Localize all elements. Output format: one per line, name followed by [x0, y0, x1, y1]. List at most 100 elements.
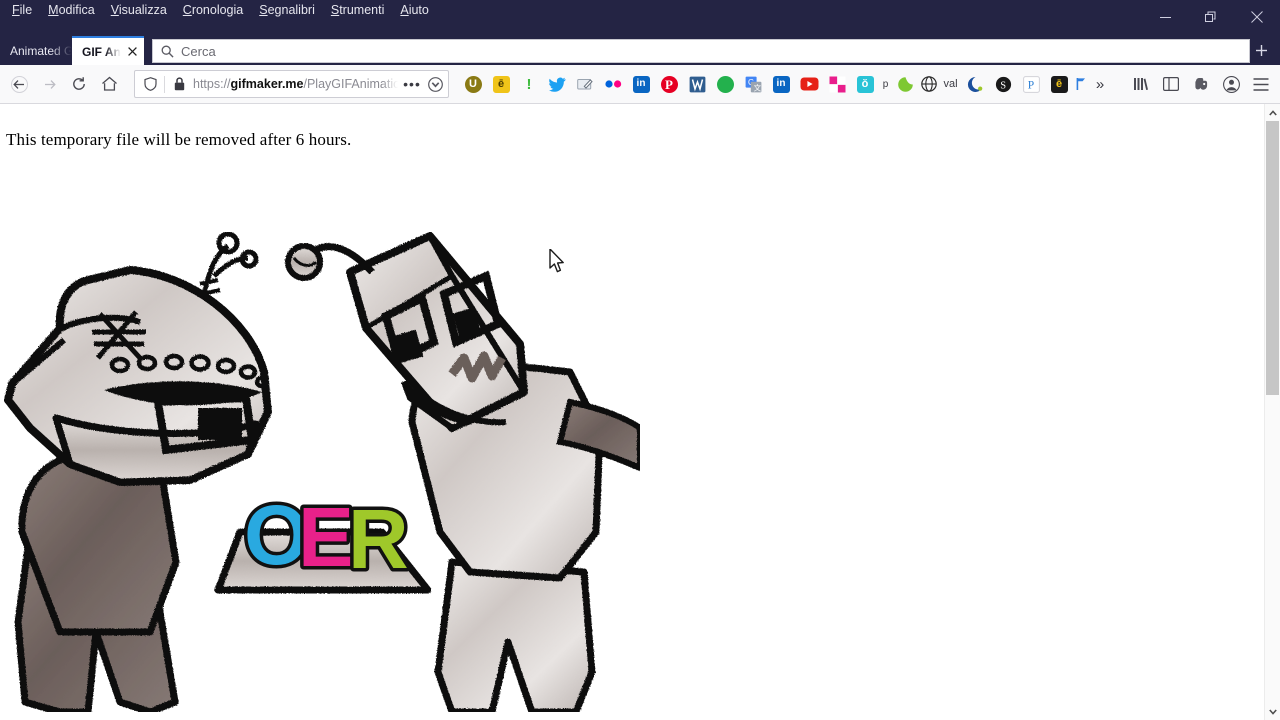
library-button[interactable]: [1126, 69, 1156, 99]
validator-label: val: [943, 78, 958, 90]
navigation-toolbar: https://gifmaker.me/PlayGIFAnimation.php…: [0, 65, 1280, 104]
ext-tiles[interactable]: [823, 70, 851, 98]
menu-accesskey: A: [400, 3, 409, 17]
menu-strumenti[interactable]: Strumenti: [323, 0, 393, 20]
scroll-up-button[interactable]: [1265, 104, 1280, 121]
ext-wakelet[interactable]: [683, 70, 711, 98]
account-button[interactable]: [1216, 69, 1246, 99]
menu-label: ronologia: [191, 3, 244, 17]
home-icon: [101, 76, 117, 91]
scroll-down-button[interactable]: [1265, 703, 1280, 720]
url-text[interactable]: https://gifmaker.me/PlayGIFAnimation.php…: [193, 77, 398, 91]
restore-button[interactable]: [1188, 0, 1234, 34]
sidebar-button[interactable]: [1156, 69, 1186, 99]
scrollbar-track[interactable]: [1265, 121, 1280, 703]
ext-exclamation[interactable]: !: [515, 70, 543, 98]
overflow-menu-button[interactable]: »: [1089, 70, 1111, 98]
tab-gif-animation[interactable]: GIF Animation: [72, 36, 144, 65]
tab-label: GIF Animation: [82, 44, 124, 59]
ext-green-dot[interactable]: [711, 70, 739, 98]
lock-icon: [174, 77, 184, 91]
ext-evernote-clipper[interactable]: ē: [487, 70, 515, 98]
oer-sign: O E R: [214, 485, 432, 594]
exclamation-icon: !: [526, 75, 532, 93]
menu-visualizza[interactable]: Visualizza: [103, 0, 175, 20]
globe-icon: [921, 76, 937, 92]
search-bar[interactable]: Cerca: [152, 39, 1250, 63]
menu-segnalibri[interactable]: Segnalibri: [251, 0, 323, 20]
url-scheme: https://: [193, 77, 231, 91]
search-placeholder: Cerca: [181, 43, 216, 59]
menu-label: ile: [19, 3, 33, 17]
menu-cronologia[interactable]: Cronologia: [175, 0, 251, 20]
scrollbar-thumb[interactable]: [1265, 121, 1279, 395]
pocket-icon[interactable]: [426, 75, 444, 93]
ext-validator[interactable]: [919, 70, 939, 98]
temporary-file-notice: This temporary file will be removed afte…: [6, 130, 352, 149]
menu-file[interactable]: File: [4, 0, 40, 20]
ext-linkedin-2[interactable]: in: [767, 70, 795, 98]
tiles-icon: [829, 76, 845, 92]
page-actions-dots: •••: [403, 76, 421, 92]
ext-leaf[interactable]: [891, 70, 919, 98]
ext-amazon-dark[interactable]: ē: [1045, 70, 1073, 98]
evernote-button[interactable]: [1186, 69, 1216, 99]
leaf-icon: [897, 76, 913, 92]
back-arrow-icon: [10, 75, 28, 93]
menu-label: isualizza: [118, 3, 167, 17]
menu-modifica[interactable]: Modifica: [40, 0, 103, 20]
tab-close-icon[interactable]: [124, 44, 140, 60]
evernote-icon: ē: [492, 75, 510, 93]
reload-button[interactable]: [64, 69, 94, 99]
forward-button[interactable]: [34, 69, 64, 99]
youtube-icon: [800, 77, 818, 91]
timer-icon: ŏ: [856, 75, 874, 93]
ext-youtube[interactable]: [795, 70, 823, 98]
ext-blue-moon[interactable]: [961, 70, 989, 98]
animated-gif-two-robots: O E R: [0, 232, 640, 712]
ext-flickr-share[interactable]: [599, 70, 627, 98]
ext-noscript[interactable]: S: [989, 70, 1017, 98]
ublock-icon: U: [464, 75, 482, 93]
search-icon: [161, 45, 174, 58]
ext-google-translate[interactable]: G 文: [739, 70, 767, 98]
linkedin-icon-2: in: [772, 75, 790, 93]
ext-ublock-origin[interactable]: U: [459, 70, 487, 98]
tab-animated-gif[interactable]: Animated G: [0, 36, 72, 65]
url-bar[interactable]: https://gifmaker.me/PlayGIFAnimation.php…: [134, 70, 449, 98]
chevron-down-icon: [1268, 708, 1277, 715]
ext-note-clipper[interactable]: [571, 70, 599, 98]
close-icon: [1251, 11, 1263, 23]
library-icon: [1134, 78, 1148, 90]
vertical-scrollbar[interactable]: [1264, 104, 1280, 720]
hamburger-menu-icon: [1253, 77, 1269, 91]
page-actions-button[interactable]: •••: [403, 75, 421, 93]
wakelet-icon: [689, 76, 705, 92]
sign-letter-r: R: [348, 492, 409, 586]
ext-timer[interactable]: ŏ: [851, 70, 879, 98]
new-tab-button[interactable]: [1248, 38, 1274, 62]
ext-p-label[interactable]: p: [879, 70, 891, 98]
ext-flag[interactable]: [1073, 70, 1089, 98]
minimize-icon: [1159, 16, 1171, 18]
close-button[interactable]: [1234, 0, 1280, 34]
restore-icon: [1205, 11, 1216, 22]
linkedin-icon: in: [632, 75, 650, 93]
ext-twitter-share[interactable]: [543, 70, 571, 98]
menu-aiuto[interactable]: Aiuto: [392, 0, 437, 20]
app-menu-button[interactable]: [1246, 69, 1276, 99]
ext-linkedin-share[interactable]: in: [627, 70, 655, 98]
ext-validator-label[interactable]: val: [939, 70, 961, 98]
ext-pinterest-save[interactable]: P: [655, 70, 683, 98]
ext-pocket-list[interactable]: P: [1017, 70, 1045, 98]
tab-strip: Animated G GIF Animation Cerca: [0, 36, 1280, 65]
back-button[interactable]: [4, 69, 34, 99]
minimize-button[interactable]: [1142, 0, 1188, 34]
menu-accesskey: M: [48, 3, 59, 17]
twitter-bird-icon: [548, 77, 565, 92]
padlock-icon[interactable]: [170, 75, 188, 93]
menu-accesskey: S: [330, 3, 340, 17]
home-button[interactable]: [94, 69, 124, 99]
tracking-protection-shield-icon[interactable]: [141, 75, 159, 93]
shield-icon: [143, 77, 157, 91]
